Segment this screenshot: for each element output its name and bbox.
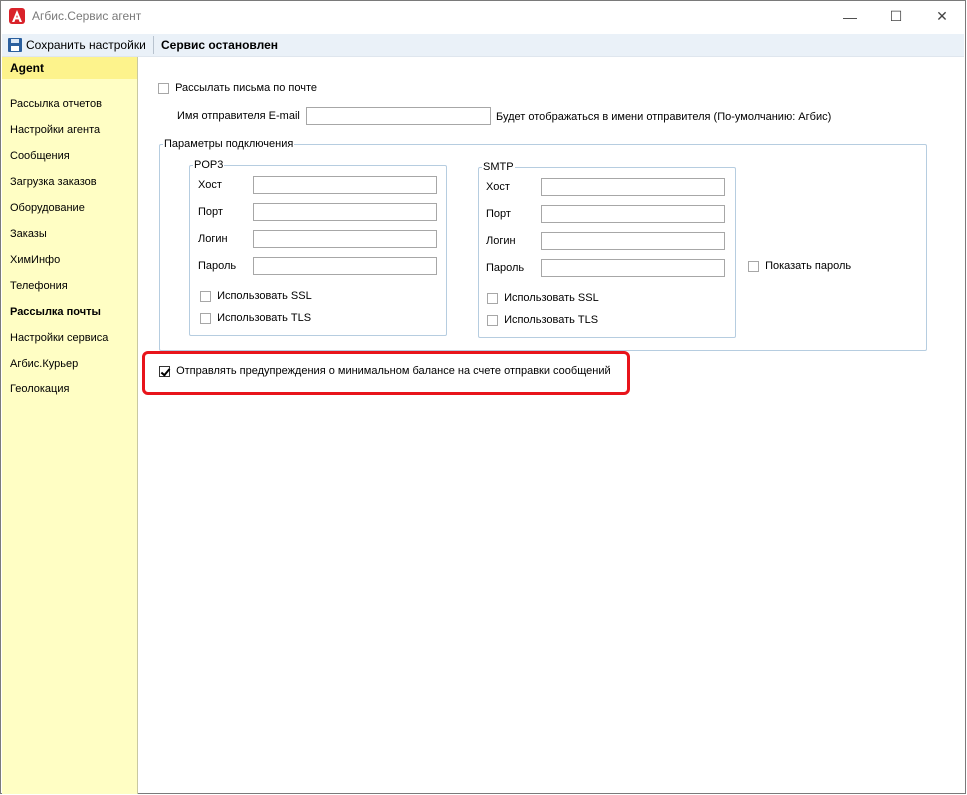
smtp-ssl-checkbox[interactable] [487, 292, 498, 304]
sidebar-item-geolocation[interactable]: Геолокация [10, 383, 69, 395]
close-button[interactable]: ✕ [919, 1, 965, 32]
toolbar: Сохранить настройки Сервис остановлен [2, 34, 964, 57]
sender-name-input[interactable] [306, 107, 491, 125]
sidebar-item-agent-settings[interactable]: Настройки агента [10, 124, 100, 136]
smtp-ssl-option[interactable]: Использовать SSL [487, 292, 599, 304]
sidebar-item-orders-import[interactable]: Загрузка заказов [10, 176, 97, 188]
window-title: Агбис.Сервис агент [32, 9, 142, 23]
pop3-ssl-label: Использовать SSL [217, 290, 312, 302]
sidebar-header: Agent [2, 57, 137, 79]
sidebar-item-agbis-courier[interactable]: Агбис.Курьер [10, 358, 78, 370]
minimize-button[interactable]: — [827, 1, 873, 32]
sidebar-item-equipment[interactable]: Оборудование [10, 202, 85, 214]
sidebar-item-mail-mailing[interactable]: Рассылка почты [10, 306, 101, 318]
toolbar-separator [153, 36, 154, 54]
pop3-port-label: Порт [198, 206, 223, 218]
pop3-tls-checkbox[interactable] [200, 312, 211, 324]
pop3-login-label: Логин [198, 233, 228, 245]
pop3-login-input[interactable] [253, 230, 437, 248]
floppy-disk-icon [8, 38, 22, 52]
pop3-title: POP3 [194, 159, 224, 171]
maximize-button[interactable]: ☐ [873, 1, 919, 32]
pop3-password-input[interactable] [253, 257, 437, 275]
sidebar-item-orders[interactable]: Заказы [10, 228, 47, 240]
sidebar-item-service-settings[interactable]: Настройки сервиса [10, 332, 108, 344]
smtp-ssl-label: Использовать SSL [504, 292, 599, 304]
smtp-host-label: Хост [486, 181, 510, 193]
smtp-tls-option[interactable]: Использовать TLS [487, 314, 598, 326]
save-settings-label: Сохранить настройки [26, 38, 146, 52]
send-mail-checkbox[interactable] [158, 82, 169, 94]
connection-params-title: Параметры подключения [164, 138, 294, 150]
pop3-tls-option[interactable]: Использовать TLS [200, 312, 311, 324]
pop3-port-input[interactable] [253, 203, 437, 221]
sender-name-hint: Будет отображаться в имени отправителя (… [496, 111, 832, 123]
smtp-port-input[interactable] [541, 205, 725, 223]
sender-name-label: Имя отправителя E-mail [177, 110, 300, 122]
pop3-host-input[interactable] [253, 176, 437, 194]
smtp-login-input[interactable] [541, 232, 725, 250]
sidebar-item-messages[interactable]: Сообщения [10, 150, 70, 162]
smtp-title: SMTP [483, 161, 514, 173]
app-window: Агбис.Сервис агент — ☐ ✕ Сохранить настр… [0, 0, 966, 794]
mail-settings-panel: Рассылать письма по почте Имя отправител… [138, 57, 965, 793]
title-bar: Агбис.Сервис агент — ☐ ✕ [1, 1, 965, 32]
min-balance-warning-checkbox[interactable] [159, 365, 170, 377]
show-password-checkbox[interactable] [748, 260, 759, 272]
smtp-host-input[interactable] [541, 178, 725, 196]
pop3-tls-label: Использовать TLS [217, 312, 312, 324]
smtp-port-label: Порт [486, 208, 511, 220]
send-mail-option[interactable]: Рассылать письма по почте [158, 82, 317, 94]
sidebar-item-telephony[interactable]: Телефония [10, 280, 68, 292]
sidebar-header-label: Agent [10, 61, 44, 75]
sidebar-item-chiminfo[interactable]: ХимИнфо [10, 254, 60, 266]
smtp-tls-label: Использовать TLS [504, 314, 599, 326]
sidebar: Agent Рассылка отчетов Настройки агента … [2, 57, 138, 794]
send-mail-label: Рассылать письма по почте [175, 82, 317, 94]
show-password-option[interactable]: Показать пароль [748, 260, 851, 272]
pop3-ssl-option[interactable]: Использовать SSL [200, 290, 312, 302]
smtp-password-input[interactable] [541, 259, 725, 277]
pop3-host-label: Хост [198, 179, 222, 191]
show-password-label: Показать пароль [765, 260, 852, 272]
min-balance-warning-label: Отправлять предупреждения о минимальном … [176, 365, 611, 377]
smtp-password-label: Пароль [486, 262, 525, 274]
pop3-password-label: Пароль [198, 260, 237, 272]
smtp-login-label: Логин [486, 235, 516, 247]
pop3-ssl-checkbox[interactable] [200, 290, 211, 302]
service-status: Сервис остановлен [161, 38, 279, 52]
sidebar-item-reports-mailing[interactable]: Рассылка отчетов [10, 98, 102, 110]
save-settings-button[interactable]: Сохранить настройки [8, 36, 146, 54]
app-logo-icon [9, 8, 25, 24]
smtp-tls-checkbox[interactable] [487, 314, 498, 326]
min-balance-warning-option[interactable]: Отправлять предупреждения о минимальном … [159, 365, 611, 377]
